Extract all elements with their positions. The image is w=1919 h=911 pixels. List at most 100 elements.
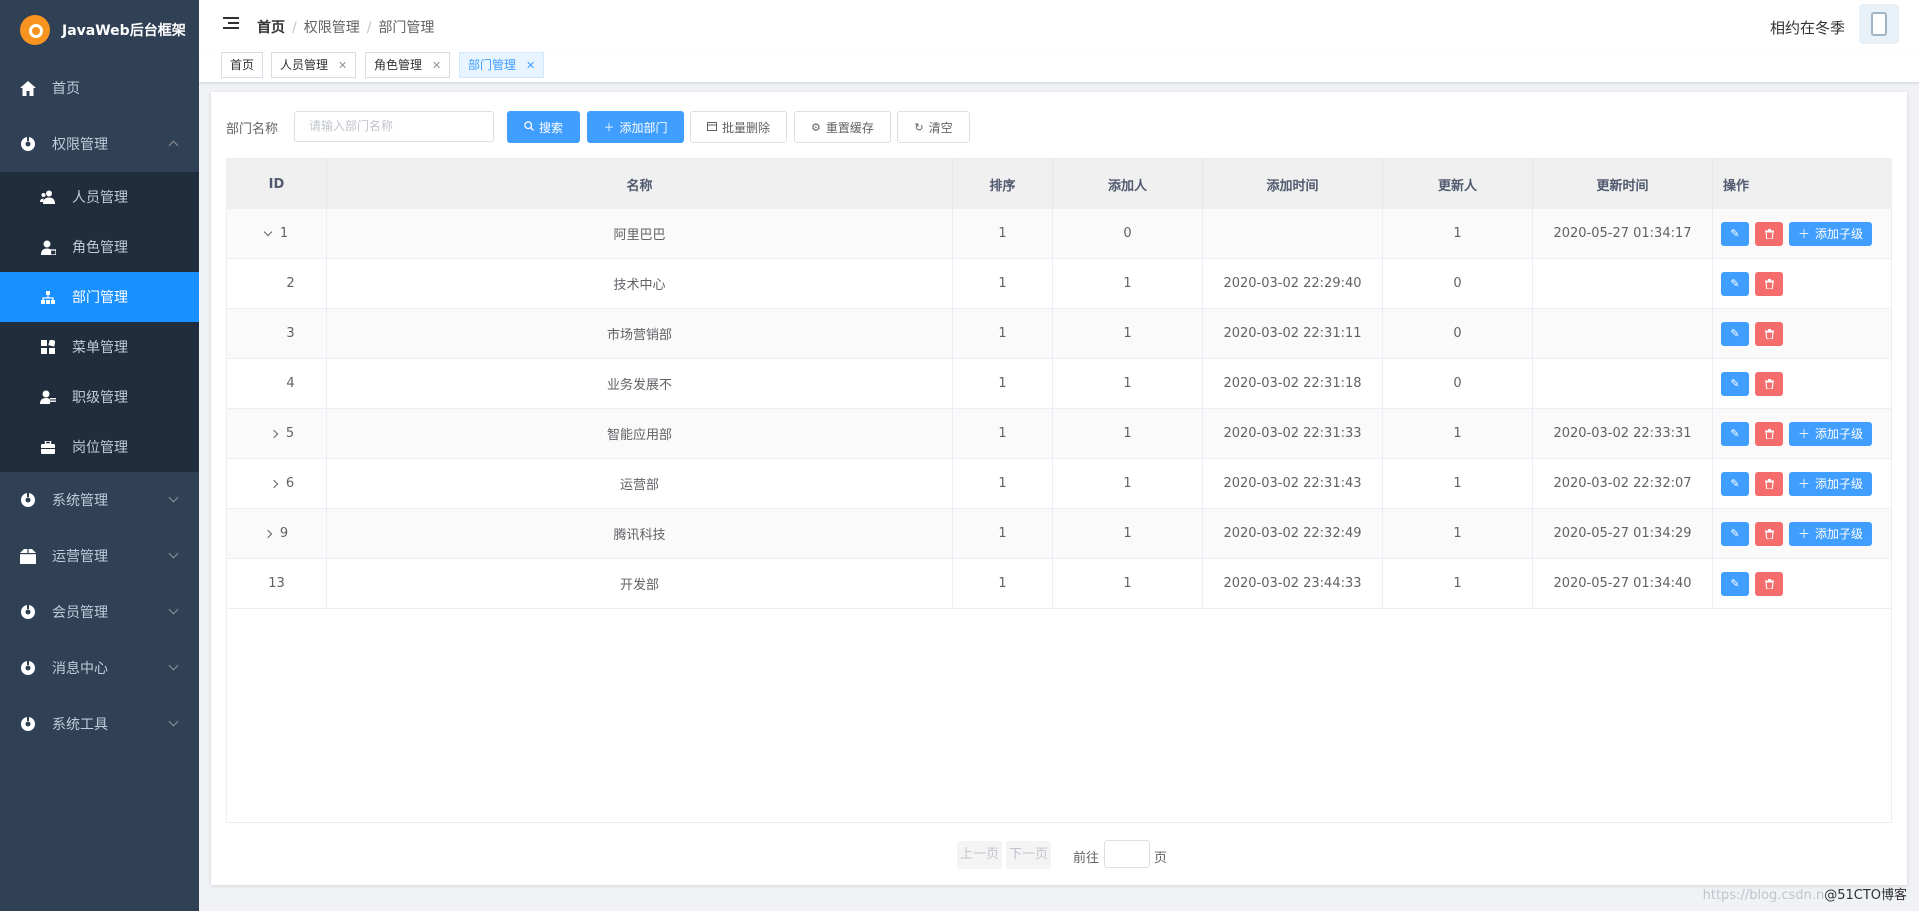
cell-text: 0 <box>1123 226 1132 241</box>
cell-updated <box>1533 259 1713 308</box>
cell-text: 阿里巴巴 <box>613 228 666 243</box>
sidebar-item-messages[interactable]: 消息中心 <box>0 640 199 696</box>
sidebar: JavaWeb后台框架 首页 权限管理 人员管理 角色管理 部门管理 菜单管理 … <box>0 0 199 911</box>
cell-actions: ✎ ＋添加子级 <box>1713 409 1893 458</box>
cell-name: 市场营销部 <box>327 309 953 358</box>
sidebar-item-roles[interactable]: 角色管理 <box>0 222 199 272</box>
delete-button[interactable] <box>1755 471 1783 496</box>
sidebar-item-permission[interactable]: 权限管理 <box>0 116 199 172</box>
close-icon[interactable]: ✕ <box>338 59 347 72</box>
tag-users[interactable]: 人员管理 ✕ <box>271 52 357 78</box>
search-button[interactable]: 搜索 <box>507 111 580 143</box>
table-row: 4 业务发展不 1 1 2020-03-02 22:31:18 0 ✎ <box>227 359 1891 409</box>
cell-text: 6 <box>285 476 295 491</box>
edit-button[interactable]: ✎ <box>1721 371 1749 396</box>
delete-button[interactable] <box>1755 271 1783 296</box>
sidebar-item-system[interactable]: 系统管理 <box>0 472 199 528</box>
chevron-right-icon[interactable] <box>263 529 273 538</box>
close-icon[interactable]: ✕ <box>526 59 535 72</box>
cell-text: 2 <box>286 276 295 291</box>
cell-text: 2020-03-02 22:32:07 <box>1553 476 1692 491</box>
cell-text: 1 <box>1123 526 1132 541</box>
add-child-button[interactable]: ＋添加子级 <box>1789 471 1873 496</box>
cell-text: 0 <box>1453 326 1462 341</box>
sidebar-item-menus[interactable]: 菜单管理 <box>0 322 199 372</box>
sidebar-item-label: 职级管理 <box>72 390 128 406</box>
cell-updater: 1 <box>1383 459 1533 508</box>
edit-button[interactable]: ✎ <box>1721 571 1749 596</box>
briefcase-icon <box>40 439 56 455</box>
sidebar-item-ranks[interactable]: 职级管理 <box>0 372 199 422</box>
sidebar-item-users[interactable]: 人员管理 <box>0 172 199 222</box>
reset-cache-button[interactable]: ⚙ 重置缓存 <box>794 111 891 143</box>
edit-button[interactable]: ✎ <box>1721 421 1749 446</box>
cell-id: 3 <box>227 309 327 358</box>
edit-button[interactable]: ✎ <box>1721 321 1749 346</box>
logo-icon <box>20 15 50 45</box>
goto-page-input[interactable] <box>1104 840 1150 868</box>
cell-updated <box>1533 359 1713 408</box>
search-icon <box>524 120 534 134</box>
column-header: ID <box>227 159 327 209</box>
chevron-right-icon[interactable] <box>269 429 279 438</box>
cell-id: 2 <box>227 259 327 308</box>
sidebar-item-members[interactable]: 会员管理 <box>0 584 199 640</box>
cell-updater: 1 <box>1383 409 1533 458</box>
hamburger-icon[interactable] <box>223 17 239 31</box>
add-child-button[interactable]: ＋添加子级 <box>1789 421 1873 446</box>
cell-sort: 1 <box>953 559 1053 608</box>
cell-actions: ✎ ＋添加子级 <box>1713 209 1893 258</box>
next-page-button[interactable]: 下一页 <box>1006 841 1052 869</box>
username[interactable]: 相约在冬季 <box>1770 17 1845 38</box>
delete-button[interactable] <box>1755 221 1783 246</box>
plus-icon: ＋ <box>1798 477 1811 491</box>
sidebar-item-tools[interactable]: 系统工具 <box>0 696 199 752</box>
cell-sort: 1 <box>953 209 1053 258</box>
sidebar-item-positions[interactable]: 岗位管理 <box>0 422 199 472</box>
tag-roles[interactable]: 角色管理 ✕ <box>365 52 451 78</box>
edit-button[interactable]: ✎ <box>1721 271 1749 296</box>
chevron-right-icon[interactable] <box>269 479 279 488</box>
cell-text: 13 <box>268 576 285 591</box>
table-row: 2 技术中心 1 1 2020-03-02 22:29:40 0 ✎ <box>227 259 1891 309</box>
add-child-button[interactable]: ＋添加子级 <box>1789 221 1873 246</box>
edit-button[interactable]: ✎ <box>1721 471 1749 496</box>
avatar[interactable] <box>1859 4 1899 44</box>
sidebar-item-operations[interactable]: 运营管理 <box>0 528 199 584</box>
batch-delete-button[interactable]: 批量删除 <box>690 111 787 143</box>
tag-home[interactable]: 首页 <box>221 52 264 78</box>
cell-text: 4 <box>286 376 295 391</box>
cell-actions: ✎ <box>1713 359 1893 408</box>
delete-button[interactable] <box>1755 321 1783 346</box>
cell-text: 1 <box>998 526 1007 541</box>
add-child-button[interactable]: ＋添加子级 <box>1789 521 1873 546</box>
add-department-button[interactable]: ＋ 添加部门 <box>587 111 684 143</box>
clear-button[interactable]: ↻ 清空 <box>897 111 970 143</box>
refresh-icon: ↻ <box>914 120 924 134</box>
department-name-input[interactable]: 请输入部门名称 <box>294 111 494 142</box>
sidebar-item-departments[interactable]: 部门管理 <box>0 272 199 322</box>
permission-icon <box>20 136 36 152</box>
breadcrumb-item[interactable]: 首页 <box>257 20 285 36</box>
chevron-down-icon[interactable] <box>263 227 273 236</box>
delete-button[interactable] <box>1755 421 1783 446</box>
cell-sort: 1 <box>953 459 1053 508</box>
delete-button[interactable] <box>1755 371 1783 396</box>
cell-updated: 2020-03-02 22:32:07 <box>1533 459 1713 508</box>
cell-text: 1 <box>998 376 1007 391</box>
cell-name: 开发部 <box>327 559 953 608</box>
prev-page-button[interactable]: 上一页 <box>957 841 1003 869</box>
plus-icon: ＋ <box>1798 227 1811 241</box>
delete-button[interactable] <box>1755 521 1783 546</box>
tag-departments[interactable]: 部门管理 ✕ <box>459 52 545 78</box>
delete-button[interactable] <box>1755 571 1783 596</box>
cell-updater: 0 <box>1383 359 1533 408</box>
sidebar-item-home[interactable]: 首页 <box>0 60 199 116</box>
home-icon <box>20 80 36 96</box>
cell-sort: 1 <box>953 309 1053 358</box>
cell-updated: 2020-03-02 22:33:31 <box>1533 409 1713 458</box>
edit-button[interactable]: ✎ <box>1721 521 1749 546</box>
close-icon[interactable]: ✕ <box>432 59 441 72</box>
edit-button[interactable]: ✎ <box>1721 221 1749 246</box>
table-row: 9 腾讯科技 1 1 2020-03-02 22:32:49 1 2020-05-27 01… <box>227 509 1891 559</box>
